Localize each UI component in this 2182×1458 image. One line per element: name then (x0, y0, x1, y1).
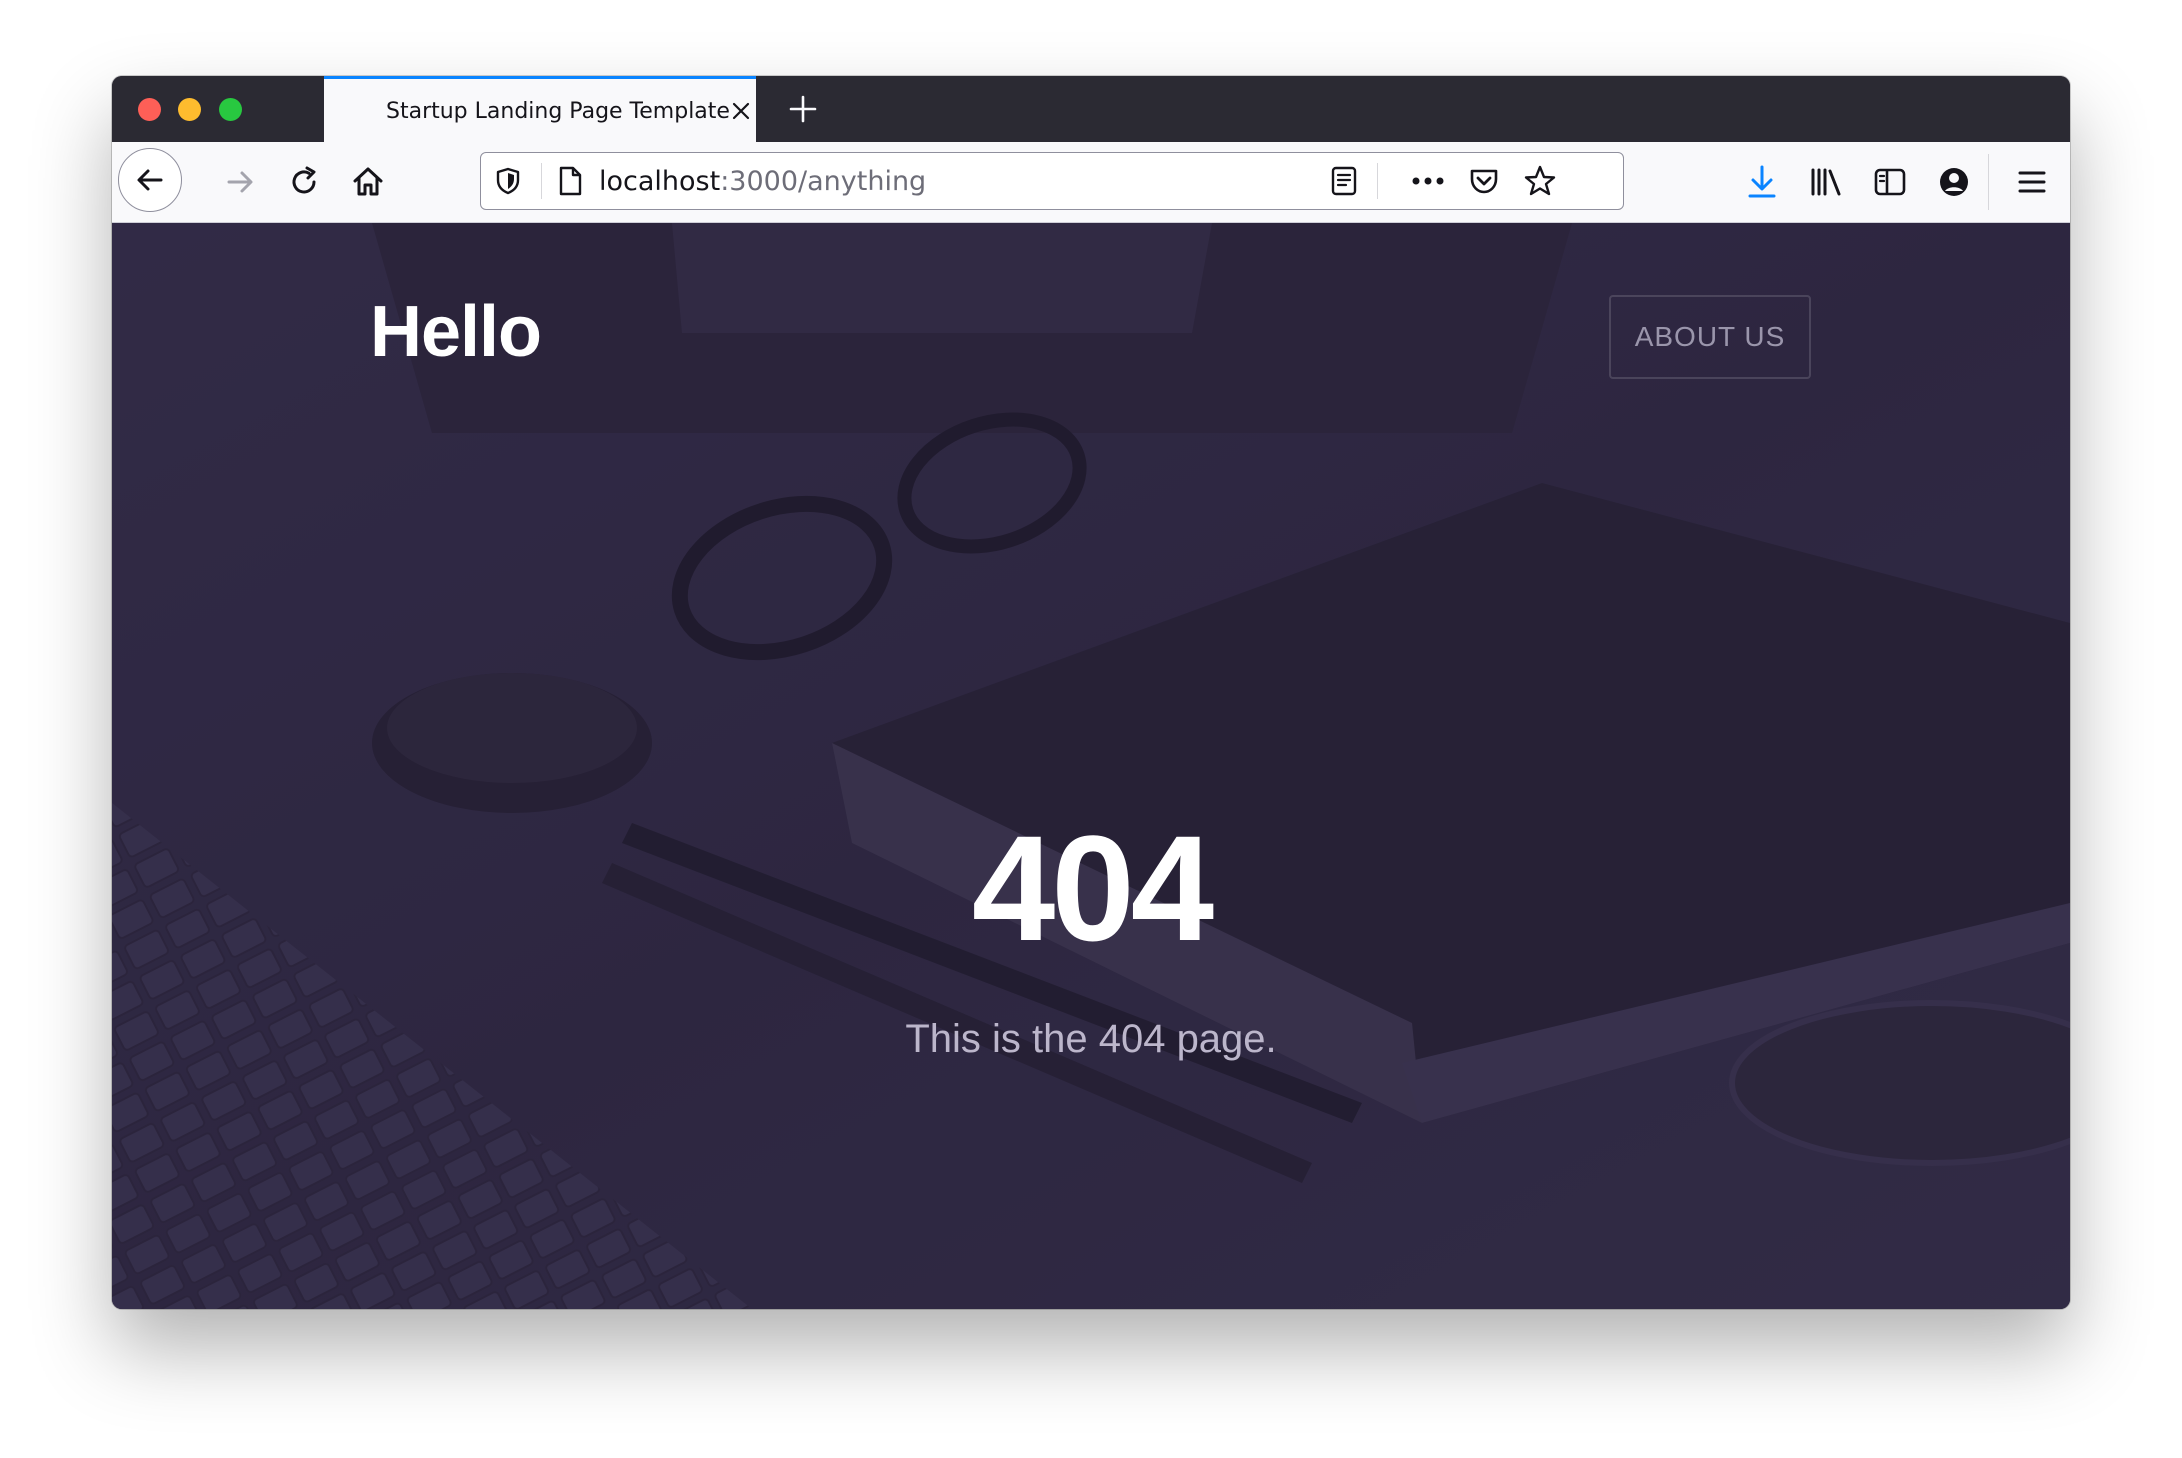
url-text[interactable]: localhost:3000/anything (599, 166, 926, 197)
close-window-button[interactable] (138, 98, 161, 121)
site-logo[interactable]: Hello (370, 291, 542, 373)
account-button[interactable] (1932, 160, 1976, 204)
minimize-window-button[interactable] (178, 98, 201, 121)
page-viewport: Hello ABOUT US 404 This is the 404 page. (112, 223, 2070, 1309)
nav-toolbar: localhost:3000/anything (112, 142, 2070, 223)
reader-view-icon[interactable] (1325, 162, 1363, 200)
home-button[interactable] (346, 160, 390, 204)
url-path: :3000/anything (720, 166, 927, 197)
menu-button[interactable] (2010, 160, 2054, 204)
downloads-button[interactable] (1740, 160, 1784, 204)
page-icon[interactable] (551, 162, 589, 200)
url-divider (541, 163, 542, 199)
toolbar-divider (1988, 154, 1989, 210)
background-photo (112, 223, 2070, 1309)
more-icon[interactable] (1409, 162, 1447, 200)
library-button[interactable] (1804, 160, 1848, 204)
plus-icon[interactable] (787, 93, 819, 125)
sidebar-icon (1874, 168, 1906, 196)
star-icon[interactable] (1521, 162, 1559, 200)
hamburger-icon (2018, 171, 2046, 193)
pocket-icon[interactable] (1465, 162, 1503, 200)
url-divider-2 (1377, 163, 1378, 199)
about-us-button[interactable]: ABOUT US (1609, 295, 1811, 379)
arrow-left-icon (137, 169, 163, 191)
error-code: 404 (971, 804, 1214, 972)
url-host: localhost (599, 166, 721, 197)
arrow-right-icon (227, 171, 253, 193)
reload-icon (292, 166, 316, 194)
account-icon (1940, 168, 1968, 196)
zoom-window-button[interactable] (219, 98, 242, 121)
reload-button[interactable] (282, 160, 326, 204)
sidebar-button[interactable] (1868, 160, 1912, 204)
forward-button[interactable] (218, 160, 262, 204)
close-icon[interactable] (728, 98, 754, 124)
download-icon (1748, 165, 1776, 198)
back-button[interactable] (118, 148, 182, 212)
home-icon (353, 167, 383, 196)
tab-strip: Startup Landing Page Template (112, 76, 2070, 142)
tab-active[interactable]: Startup Landing Page Template (324, 76, 756, 142)
browser-window: Startup Landing Page Template localhost:… (112, 76, 2070, 1309)
address-bar[interactable]: localhost:3000/anything (480, 152, 1624, 210)
library-icon (1811, 168, 1841, 196)
shield-icon[interactable] (489, 162, 527, 200)
error-message: This is the 404 page. (905, 1017, 1277, 1061)
tab-title: Startup Landing Page Template (386, 99, 730, 124)
